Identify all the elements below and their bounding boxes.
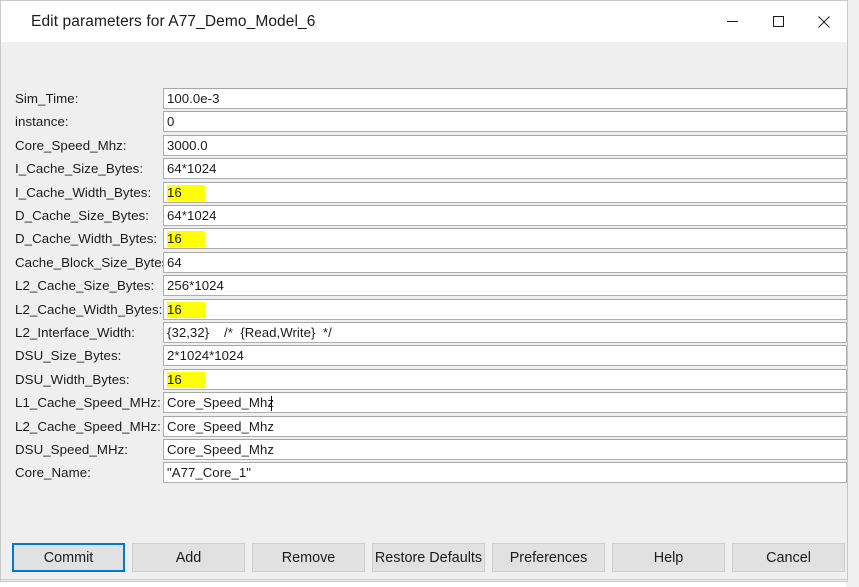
title-bar[interactable]: Edit parameters for A77_Demo_Model_6	[1, 1, 847, 42]
close-icon	[818, 15, 830, 28]
minimize-icon	[726, 21, 738, 22]
parameter-label: DSU_Speed_MHz:	[15, 442, 129, 457]
remove-button[interactable]: Remove	[252, 543, 365, 572]
parameter-row: DSU_Speed_MHz: Core_Speed_Mhz	[1, 439, 847, 462]
parameter-input[interactable]: {32,32} /* {Read,Write} */	[163, 322, 847, 343]
parameter-input[interactable]: 64*1024	[163, 158, 847, 180]
parameter-value: 64	[167, 254, 182, 270]
parameter-input[interactable]: 16	[163, 298, 847, 320]
parameter-value: 256*1024	[167, 278, 224, 294]
add-button[interactable]: Add	[132, 543, 245, 572]
parameter-row: D_Cache_Size_Bytes: 64*1024	[1, 205, 847, 228]
parameter-input[interactable]: 16	[163, 368, 847, 390]
parameter-row: Sim_Time: 100.0e-3	[1, 88, 847, 111]
parameter-input[interactable]: 16	[163, 228, 847, 250]
parameter-input[interactable]: 100.0e-3	[163, 88, 847, 109]
parameter-label: D_Cache_Width_Bytes:	[15, 231, 158, 247]
parameter-input[interactable]: "A77_Core_1"	[163, 462, 847, 484]
parameter-label: Core_Speed_Mhz:	[15, 137, 127, 153]
commit-button[interactable]: Commit	[12, 543, 125, 572]
parameter-value: {32,32} /* {Read,Write} */	[167, 325, 332, 340]
parameter-row: D_Cache_Width_Bytes: 16	[1, 228, 847, 251]
parameter-row: I_Cache_Width_Bytes: 16	[1, 181, 847, 205]
parameter-form: Sim_Time: 100.0e-3 instance: 0 Core_Speed_Mh…	[1, 42, 847, 540]
parameter-label: L2_Interface_Width:	[15, 325, 135, 340]
parameter-row: instance: 0	[1, 111, 847, 134]
cancel-button[interactable]: Cancel	[732, 543, 845, 572]
parameter-row: I_Cache_Size_Bytes: 64*1024	[1, 158, 847, 181]
window-title: Edit parameters for A77_Demo_Model_6	[31, 12, 316, 30]
parameter-value: Core_Speed_Mhz	[167, 395, 274, 411]
minimize-button[interactable]	[709, 1, 755, 42]
close-button[interactable]	[801, 1, 847, 42]
parameter-label: Core_Name:	[15, 465, 91, 481]
parameter-label: Sim_Time:	[15, 91, 79, 106]
edit-parameters-dialog: Edit parameters for A77_Demo_Model_6 Sim…	[0, 0, 848, 582]
parameter-value: Core_Speed_Mhz	[167, 418, 274, 434]
parameter-value: 2*1024*1024	[167, 348, 244, 364]
parameter-row: L2_Interface_Width: {32,32} /* {Read,Writ…	[1, 322, 847, 345]
bottom-divider	[1, 579, 847, 580]
parameter-input[interactable]: 2*1024*1024	[163, 345, 847, 367]
maximize-button[interactable]	[755, 1, 801, 42]
maximize-icon	[772, 16, 784, 27]
parameter-row: Cache_Block_Size_Bytes: 64	[1, 251, 847, 275]
text-caret	[270, 396, 272, 412]
parameter-row: DSU_Width_Bytes: 16	[1, 368, 847, 392]
preferences-button[interactable]: Preferences	[492, 543, 605, 572]
parameter-input[interactable]: Core_Speed_Mhz	[163, 415, 847, 437]
parameter-value: 64*1024	[167, 161, 217, 177]
parameter-label: D_Cache_Size_Bytes:	[15, 208, 149, 223]
parameter-row: L2_Cache_Speed_MHz: Core_Speed_Mhz	[1, 415, 847, 439]
parameter-label: L1_Cache_Speed_MHz:	[15, 395, 161, 411]
parameter-row: L2_Cache_Width_Bytes: 16	[1, 298, 847, 322]
parameter-value: 16	[167, 301, 205, 318]
parameter-row: Core_Name: "A77_Core_1"	[1, 462, 847, 485]
parameter-label: I_Cache_Width_Bytes:	[15, 184, 152, 200]
parameter-label: L2_Cache_Width_Bytes:	[15, 301, 163, 317]
window-controls	[709, 1, 847, 42]
parameter-value: 100.0e-3	[167, 91, 220, 106]
parameter-label: DSU_Width_Bytes:	[15, 371, 130, 387]
parameter-row: DSU_Size_Bytes: 2*1024*1024	[1, 345, 847, 368]
parameter-value: "A77_Core_1"	[167, 465, 252, 481]
parameter-label: instance:	[15, 114, 69, 130]
parameter-value: 16	[167, 231, 205, 248]
parameter-input[interactable]: Core_Speed_Mhz	[163, 439, 847, 460]
parameter-input[interactable]: 64	[163, 251, 847, 273]
parameter-input[interactable]: 64*1024	[163, 205, 847, 226]
parameter-label: Cache_Block_Size_Bytes:	[15, 254, 173, 270]
parameter-value: 64*1024	[167, 208, 217, 223]
parameter-row: L1_Cache_Speed_MHz: Core_Speed_Mhz	[1, 392, 847, 415]
parameter-row: L2_Cache_Size_Bytes: 256*1024	[1, 275, 847, 298]
parameter-value: 0	[167, 114, 175, 130]
parameter-row: Core_Speed_Mhz: 3000.0	[1, 134, 847, 158]
parameter-value: Core_Speed_Mhz	[167, 442, 274, 457]
parameter-input[interactable]: Core_Speed_Mhz	[163, 392, 847, 414]
parameter-label: I_Cache_Size_Bytes:	[15, 161, 144, 177]
restore-defaults-button[interactable]: Restore Defaults	[372, 543, 485, 572]
button-bar: Commit Add Remove Restore Defaults Preferenc…	[1, 540, 847, 577]
help-button[interactable]: Help	[612, 543, 725, 572]
parameter-input[interactable]: 0	[163, 111, 847, 133]
parameter-label: L2_Cache_Size_Bytes:	[15, 278, 155, 294]
parameter-label: DSU_Size_Bytes:	[15, 348, 122, 364]
parameter-value: 3000.0	[167, 137, 208, 153]
parameter-label: L2_Cache_Speed_MHz:	[15, 418, 161, 434]
parameter-input[interactable]: 256*1024	[163, 275, 847, 297]
parameter-input[interactable]: 16	[163, 181, 847, 203]
parameter-input[interactable]: 3000.0	[163, 134, 847, 156]
parameter-value: 16	[167, 184, 205, 201]
parameter-value: 16	[167, 371, 205, 388]
